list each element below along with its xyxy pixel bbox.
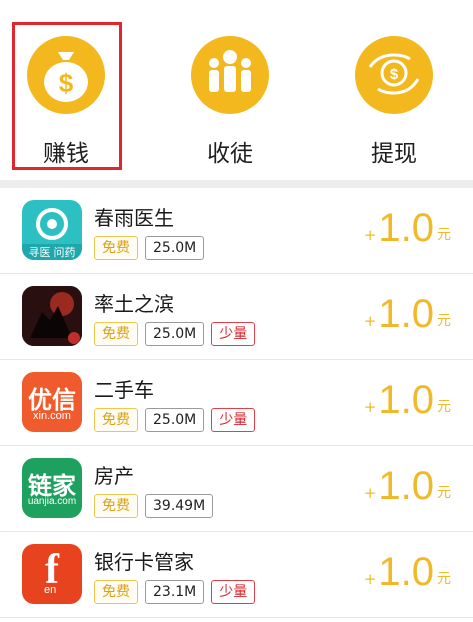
reward-value: 1.0 — [378, 464, 434, 508]
people-group-icon — [191, 36, 269, 114]
size-tag: 25.0M — [145, 408, 205, 432]
reward-plus: + — [363, 398, 377, 416]
reward-amount: + 1.0 元 — [364, 290, 451, 338]
tag-group: 免费 39.49M — [94, 494, 214, 518]
cash-hand-icon: $ — [355, 36, 433, 114]
list-item[interactable]: 寻医 问药 春雨医生 免费 25.0M + 1.0 元 — [0, 188, 473, 274]
reward-unit: 元 — [437, 571, 451, 587]
free-tag: 免费 — [94, 236, 138, 260]
size-tag: 25.0M — [145, 236, 205, 260]
reward-value: 1.0 — [378, 206, 434, 250]
game-icon — [22, 286, 82, 346]
reward-value: 1.0 — [378, 378, 434, 422]
size-tag: 23.1M — [145, 580, 205, 604]
icon-subcaption: en — [44, 584, 57, 596]
list-item[interactable]: 优信 xin.com 二手车 免费 25.0M 少量 + 1.0 元 — [0, 360, 473, 446]
icon-caption: 寻医 问药 — [28, 247, 76, 259]
limited-tag: 少量 — [211, 580, 256, 604]
icon-subcaption: uanjia.com — [27, 496, 77, 507]
reward-plus: + — [363, 484, 377, 502]
withdraw-button[interactable]: $ 提现 — [334, 0, 454, 176]
tag-group: 免费 23.1M 少量 — [94, 580, 256, 604]
free-tag: 免费 — [94, 580, 138, 604]
free-tag: 免费 — [94, 494, 138, 518]
reward-unit: 元 — [437, 227, 451, 243]
list-item[interactable]: f en 银行卡管家 免费 23.1M 少量 + 1.0 元 — [0, 532, 473, 618]
reward-amount: + 1.0 元 — [364, 204, 451, 252]
withdraw-label: 提现 — [371, 141, 417, 167]
reward-value: 1.0 — [378, 292, 434, 336]
app-name: 二手车 — [94, 378, 154, 402]
recruit-button[interactable]: 收徒 — [170, 0, 290, 176]
list-item[interactable]: 率土之滨 免费 25.0M 少量 + 1.0 元 — [0, 274, 473, 360]
reward-plus: + — [363, 226, 377, 244]
size-tag: 25.0M — [145, 322, 205, 346]
app-name: 银行卡管家 — [94, 550, 194, 574]
list-item[interactable]: 链家 uanjia.com 房产 免费 39.49M + 1.0 元 — [0, 446, 473, 532]
tag-group: 免费 25.0M 少量 — [94, 408, 256, 432]
free-tag: 免费 — [94, 408, 138, 432]
reward-amount: + 1.0 元 — [364, 548, 451, 596]
reward-unit: 元 — [437, 399, 451, 415]
icon-subcaption: xin.com — [33, 410, 71, 422]
reward-amount: + 1.0 元 — [364, 376, 451, 424]
lianjia-icon: 链家 uanjia.com — [22, 458, 82, 518]
app-name: 春雨医生 — [94, 206, 174, 230]
limited-tag: 少量 — [211, 408, 256, 432]
selection-highlight — [12, 22, 122, 170]
section-divider — [0, 180, 473, 188]
limited-tag: 少量 — [211, 322, 256, 346]
reward-unit: 元 — [437, 313, 451, 329]
youxin-icon: 优信 xin.com — [22, 372, 82, 432]
reward-value: 1.0 — [378, 550, 434, 594]
reward-amount: + 1.0 元 — [364, 462, 451, 510]
free-tag: 免费 — [94, 322, 138, 346]
action-bar: $ 赚钱 收徒 $ 提现 — [0, 0, 473, 176]
reward-plus: + — [363, 312, 377, 330]
tag-group: 免费 25.0M — [94, 236, 205, 260]
app-name: 房产 — [94, 464, 134, 488]
size-tag: 39.49M — [145, 494, 214, 518]
reward-plus: + — [363, 570, 377, 588]
fen-icon: f en — [22, 544, 82, 604]
reward-unit: 元 — [437, 485, 451, 501]
svg-text:$: $ — [390, 66, 399, 83]
recruit-label: 收徒 — [207, 141, 253, 167]
chunyu-icon: 寻医 问药 — [22, 200, 82, 260]
tag-group: 免费 25.0M 少量 — [94, 322, 256, 346]
app-name: 率土之滨 — [94, 292, 174, 316]
